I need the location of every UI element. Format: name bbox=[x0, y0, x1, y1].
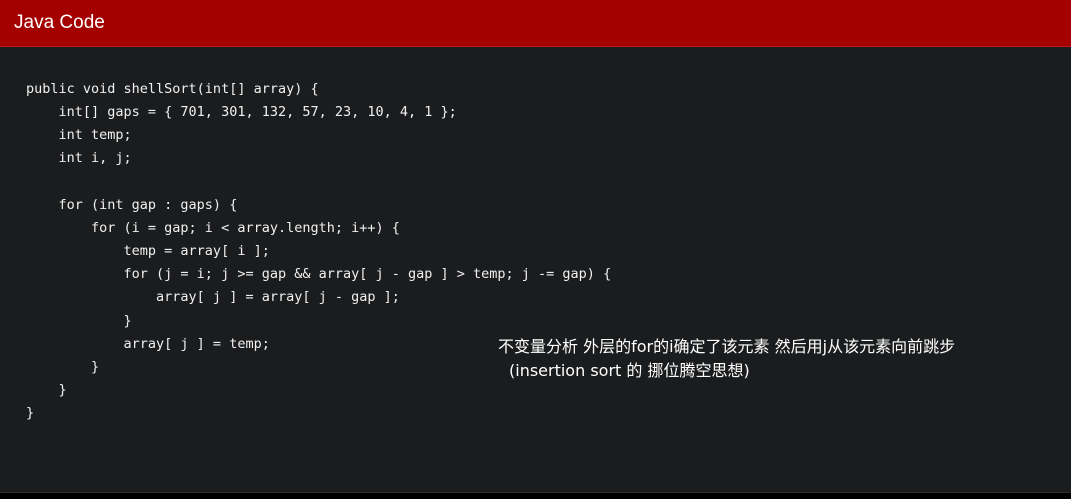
code-header: Java Code bbox=[0, 0, 1071, 47]
code-line: array[ j ] = array[ j - gap ]; bbox=[26, 289, 400, 305]
annotation-line-1: 不变量分析 外层的for的i确定了该元素 然后用j从该元素向前跳步 bbox=[498, 337, 956, 356]
code-line: for (j = i; j >= gap && array[ j - gap ]… bbox=[26, 266, 612, 282]
bottom-border bbox=[0, 492, 1071, 499]
code-line: } bbox=[26, 382, 67, 398]
code-line: int i, j; bbox=[26, 150, 132, 166]
code-line: temp = array[ i ]; bbox=[26, 243, 270, 259]
header-title: Java Code bbox=[14, 12, 105, 33]
annotation-line-2: (insertion sort 的 挪位腾空思想) bbox=[509, 361, 750, 380]
code-line: } bbox=[26, 405, 35, 421]
code-panel: public void shellSort(int[] array) { int… bbox=[0, 47, 1071, 492]
code-line: } bbox=[26, 313, 132, 329]
code-line: public void shellSort(int[] array) { bbox=[26, 81, 319, 97]
code-line: } bbox=[26, 359, 100, 375]
code-line: int[] gaps = { 701, 301, 132, 57, 23, 10… bbox=[26, 104, 457, 120]
code-line: array[ j ] = temp; bbox=[26, 336, 270, 352]
code-line: for (int gap : gaps) { bbox=[26, 197, 238, 213]
code-line: int temp; bbox=[26, 127, 132, 143]
code-line: for (i = gap; i < array.length; i++) { bbox=[26, 220, 400, 236]
